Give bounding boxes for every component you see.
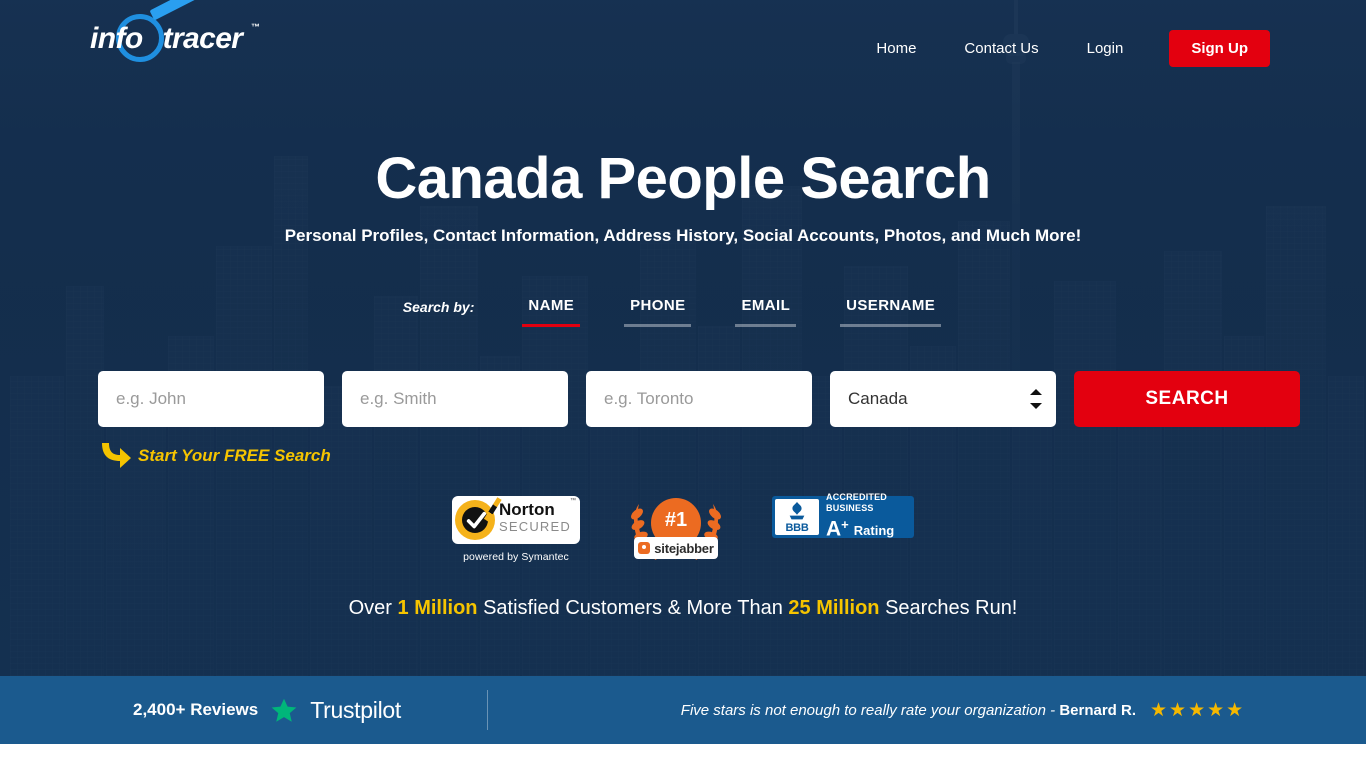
trustpilot-brand-label: Trustpilot [310, 696, 401, 723]
tab-username[interactable]: USERNAME [840, 296, 942, 327]
infotracer-logo[interactable]: info tracer ™ [90, 0, 275, 70]
customer-stats-line: Over 1 Million Satisfied Customers & Mor… [0, 597, 1366, 620]
bbb-torch-icon [789, 501, 805, 520]
testimonial-star-rating: ★★★★★ [1150, 699, 1246, 721]
norton-secured-label: SECURED [499, 519, 571, 534]
trustpilot-bar: 2,400+ Reviews Trustpilot Five stars is … [0, 676, 1366, 744]
tab-email[interactable]: EMAIL [735, 296, 797, 327]
testimonial-author: Bernard R. [1059, 701, 1137, 719]
stats-middle: Satisfied Customers & More Than [477, 597, 789, 619]
trustpilot-brand-group[interactable]: 2,400+ Reviews Trustpilot [133, 676, 401, 744]
trustpilot-star-icon [271, 698, 297, 722]
city-input[interactable] [586, 371, 812, 427]
norton-powered-by-label: powered by Symantec [463, 551, 569, 563]
first-name-input[interactable] [98, 371, 324, 427]
country-select[interactable]: Canada [830, 371, 1056, 427]
people-search-form: Canada SEARCH [98, 371, 1300, 427]
testimonial-group: Five stars is not enough to really rate … [560, 676, 1366, 744]
bbb-grade: A [826, 517, 842, 541]
main-navigation: Home Contact Us Login Sign Up [852, 30, 1270, 67]
trustpilot-review-count: 2,400+ Reviews [133, 700, 259, 719]
search-type-tabs: Search by: NAME PHONE EMAIL USERNAME [0, 296, 1366, 327]
bbb-grade-plus: + [841, 516, 849, 532]
vertical-divider [487, 690, 488, 730]
tab-phone[interactable]: PHONE [624, 296, 692, 327]
stats-prefix: Over [348, 597, 398, 619]
nav-item-login[interactable]: Login [1063, 35, 1148, 63]
norton-secured-badge[interactable]: Norton SECURED ™ powered by Symantec [452, 496, 580, 563]
sitejabber-logo-icon [638, 542, 651, 554]
logo-word-info: info [90, 22, 143, 55]
magnifier-handle-icon [149, 0, 207, 21]
chevron-updown-icon [1030, 389, 1042, 409]
stats-customers-count: 1 Million [397, 597, 478, 619]
page-title: Canada People Search [375, 146, 991, 211]
logo-word-tracer: tracer [162, 22, 243, 55]
free-search-text: Start Your FREE Search [138, 446, 331, 465]
testimonial-quote: Five stars is not enough to really rate … [681, 702, 1136, 719]
tab-name[interactable]: NAME [522, 296, 581, 327]
nav-item-contact-us[interactable]: Contact Us [940, 35, 1062, 63]
stats-searches-count: 25 Million [788, 597, 880, 619]
search-button[interactable]: SEARCH [1074, 371, 1300, 427]
bbb-label: BBB [785, 522, 809, 534]
bbb-accredited-badge[interactable]: BBB ACCREDITED BUSINESS A+ Rating [772, 492, 914, 541]
sitejabber-badge[interactable]: #1 sitejabber [628, 496, 724, 568]
bbb-rating-label: Rating [853, 523, 895, 539]
bbb-accredited-label: ACCREDITED BUSINESS [826, 491, 888, 513]
norton-label: Norton [499, 500, 555, 519]
search-by-label: Search by: [402, 299, 475, 315]
sign-up-button[interactable]: Sign Up [1169, 30, 1270, 67]
site-header: info tracer ™ Home Contact Us Login Sign … [0, 0, 1366, 92]
testimonial-text: Five stars is not enough to really rate … [680, 701, 1060, 719]
stats-suffix: Searches Run! [879, 597, 1018, 619]
country-select-value: Canada [848, 389, 908, 408]
trust-badges: Norton SECURED ™ powered by Symantec #1 … [0, 492, 1366, 568]
page-subtitle: Personal Profiles, Contact Information, … [284, 226, 1082, 245]
curved-up-arrow-icon [98, 442, 132, 470]
trademark-icon: ™ [251, 22, 260, 32]
nav-item-home[interactable]: Home [852, 35, 940, 63]
hero-section: info tracer ™ Home Contact Us Login Sign … [0, 0, 1366, 676]
free-search-callout: Start Your FREE Search [98, 442, 331, 470]
last-name-input[interactable] [342, 371, 568, 427]
norton-trademark-icon: ™ [570, 498, 576, 504]
page-root: info tracer ™ Home Contact Us Login Sign … [0, 0, 1366, 768]
sitejabber-label: sitejabber [654, 540, 714, 556]
